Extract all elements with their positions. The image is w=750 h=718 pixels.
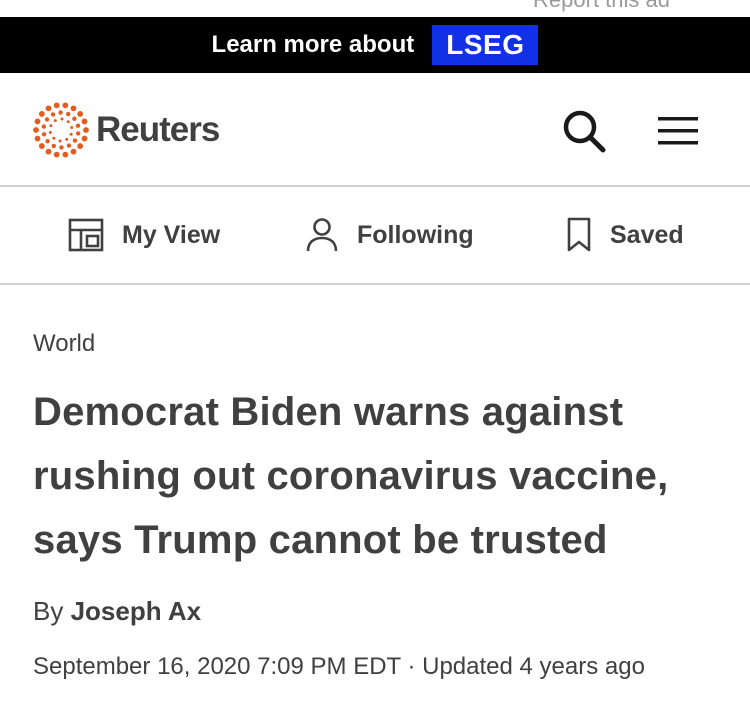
logo-dot xyxy=(81,118,88,125)
logo-dot xyxy=(70,105,77,112)
article-header: World Democrat Biden warns against rushi… xyxy=(33,330,723,681)
logo-dot xyxy=(75,123,81,128)
search-icon xyxy=(563,110,606,153)
logo-dot xyxy=(83,127,89,133)
logo-dot xyxy=(52,136,56,140)
layout-icon xyxy=(68,218,104,252)
ad-banner[interactable]: Learn more about LSEG xyxy=(0,17,750,73)
menu-button[interactable] xyxy=(656,111,700,151)
logo-dot xyxy=(53,151,60,158)
search-button[interactable] xyxy=(560,107,608,155)
logo-dot xyxy=(41,132,47,137)
byline: By Joseph Ax xyxy=(33,596,723,627)
logo-dot xyxy=(38,111,45,117)
logo-dot xyxy=(45,105,52,112)
logo-dot xyxy=(34,118,41,125)
logo-dot xyxy=(70,126,74,130)
nav-item-saved[interactable]: Saved xyxy=(566,187,684,283)
bookmark-icon xyxy=(567,217,591,252)
logo-dot xyxy=(45,139,50,144)
logo-dot xyxy=(48,130,52,134)
logo-dot xyxy=(53,102,60,109)
nav-item-my-view[interactable]: My View xyxy=(68,187,220,283)
logo-dot xyxy=(38,143,45,149)
ad-brand-logo: LSEG xyxy=(432,25,539,65)
logo-dot xyxy=(70,148,77,155)
page: Report this ad Learn more about LSEG Reu… xyxy=(0,0,750,718)
logo-dot xyxy=(41,124,47,129)
logo-text: Reuters xyxy=(96,110,220,149)
hamburger-menu-icon xyxy=(658,117,698,145)
logo-dot xyxy=(33,127,39,133)
logo-dot xyxy=(77,143,84,149)
updated-time: Updated 4 years ago xyxy=(422,653,645,680)
logo-dot xyxy=(60,117,64,121)
logo-dot xyxy=(66,120,70,124)
nav-label-my-view: My View xyxy=(122,220,221,249)
logo-dot xyxy=(51,143,56,149)
report-ad-link[interactable]: Report this ad xyxy=(533,0,670,14)
logo-dot xyxy=(66,111,71,117)
nav-label-following: Following xyxy=(357,220,474,249)
headline: Democrat Biden warns against rushing out… xyxy=(33,390,669,562)
ad-text: Learn more about xyxy=(211,31,415,58)
date-separator: · xyxy=(407,653,416,680)
reuters-logo-icon xyxy=(33,102,89,158)
logo-dot xyxy=(77,111,84,117)
logo-dot xyxy=(65,137,69,141)
nav-item-following[interactable]: Following xyxy=(305,187,474,283)
logo-dot xyxy=(50,112,56,117)
logo-dot xyxy=(62,102,69,109)
person-icon xyxy=(306,218,338,252)
logo-dot xyxy=(66,143,72,148)
logo-dot xyxy=(49,124,53,128)
logo-dot xyxy=(75,131,81,136)
logo-dot xyxy=(58,110,63,115)
dateline: September 16, 2020 7:09 PM EDT · Updated… xyxy=(33,653,723,681)
reuters-logo[interactable]: Reuters xyxy=(32,101,220,159)
publish-date: September 16, 2020 7:09 PM EDT xyxy=(33,653,401,680)
section-link[interactable]: World xyxy=(33,330,95,358)
logo-dot xyxy=(34,135,41,142)
logo-dot xyxy=(53,119,57,123)
user-nav: My View Following Saved xyxy=(0,187,750,285)
logo-dot xyxy=(58,139,62,143)
logo-dot xyxy=(44,117,50,122)
site-header: Reuters xyxy=(0,73,750,187)
logo-dot xyxy=(59,145,64,150)
nav-label-saved: Saved xyxy=(610,220,684,249)
author-link[interactable]: Joseph Ax xyxy=(71,596,202,626)
byline-prefix: By xyxy=(33,596,64,626)
logo-dot xyxy=(69,132,73,136)
logo-dot xyxy=(81,135,88,142)
logo-dot xyxy=(62,151,69,158)
logo-dot xyxy=(72,138,78,143)
logo-dot xyxy=(45,148,52,155)
logo-dot xyxy=(72,116,77,121)
